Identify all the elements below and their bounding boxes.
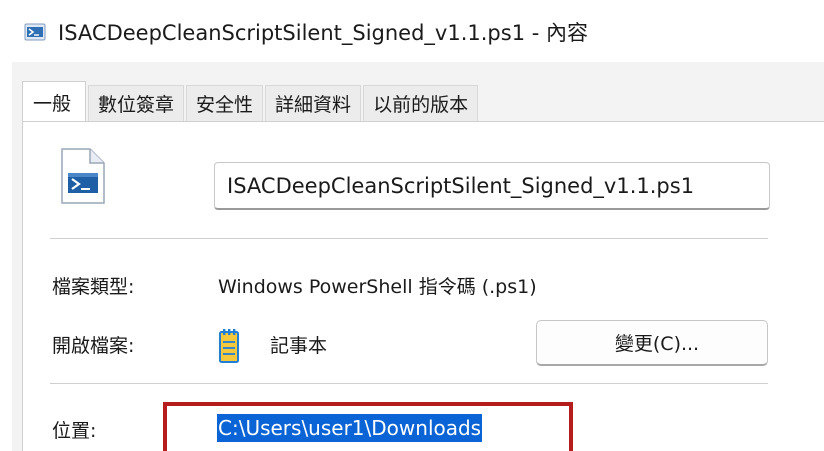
window-title: ISACDeepCleanScriptSilent_Signed_v1.1.ps… bbox=[58, 21, 588, 45]
divider bbox=[50, 238, 768, 239]
location-label: 位置: bbox=[52, 420, 97, 442]
tab-strip: 一般 數位簽章 安全性 詳細資料 以前的版本 bbox=[22, 81, 480, 123]
title-bar[interactable]: ISACDeepCleanScriptSilent_Signed_v1.1.ps… bbox=[0, 0, 824, 62]
file-type-value: Windows PowerShell 指令碼 (.ps1) bbox=[218, 276, 537, 298]
file-name-input[interactable]: ISACDeepCleanScriptSilent_Signed_v1.1.ps… bbox=[214, 162, 770, 210]
divider bbox=[50, 383, 768, 384]
powershell-file-icon bbox=[24, 23, 46, 41]
tab-general[interactable]: 一般 bbox=[22, 81, 87, 123]
notepad-icon bbox=[219, 329, 239, 363]
tab-details[interactable]: 詳細資料 bbox=[265, 85, 362, 121]
opens-with-value: 記事本 bbox=[270, 335, 328, 357]
tab-security[interactable]: 安全性 bbox=[186, 85, 264, 121]
change-button[interactable]: 變更(C)... bbox=[536, 320, 768, 366]
tab-digital-signatures[interactable]: 數位簽章 bbox=[88, 85, 185, 121]
powershell-file-icon bbox=[61, 148, 105, 204]
tab-previous-versions[interactable]: 以前的版本 bbox=[363, 85, 479, 121]
properties-window: ISACDeepCleanScriptSilent_Signed_v1.1.ps… bbox=[0, 0, 824, 451]
location-value[interactable]: C:\Users\user1\Downloads bbox=[217, 414, 483, 442]
file-type-label: 檔案類型: bbox=[52, 276, 135, 298]
opens-with-label: 開啟檔案: bbox=[52, 335, 135, 357]
